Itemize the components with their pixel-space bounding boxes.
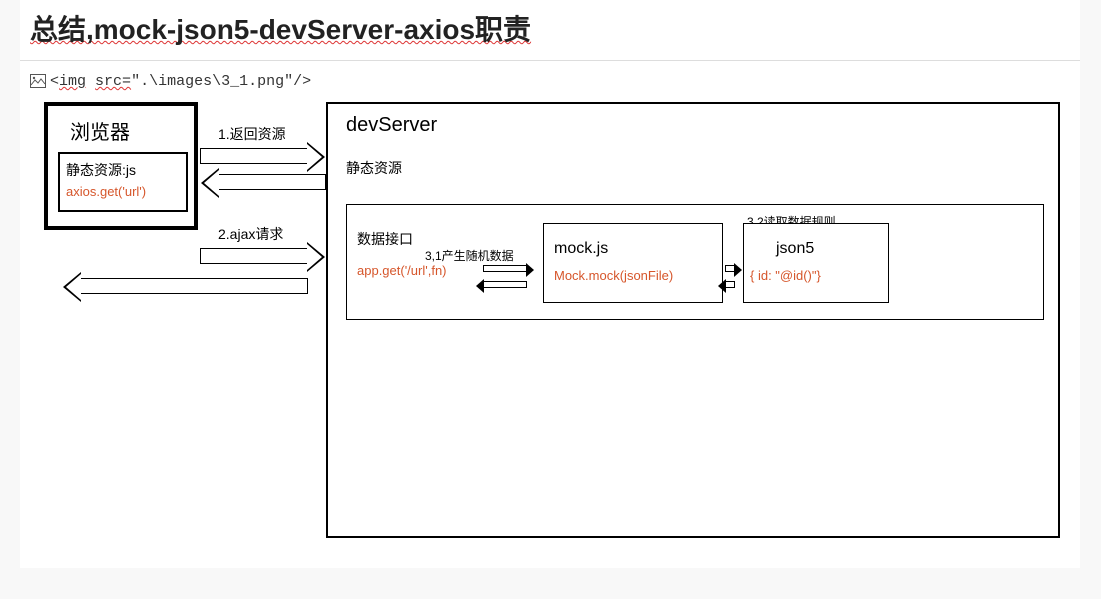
devserver-static-label: 静态资源 bbox=[346, 158, 402, 178]
architecture-diagram: 浏览器 静态资源:js axios.get('url') devServer 静… bbox=[30, 98, 1070, 548]
inner-panel: 数据接口 3,1产生随机数据 app.get('/url',fn) mock.j… bbox=[346, 204, 1044, 320]
json5-title: json5 bbox=[776, 240, 814, 258]
axios-code: axios.get('url') bbox=[66, 184, 146, 199]
flow1-label: 1.返回资源 bbox=[218, 124, 286, 144]
mockjs-code: Mock.mock(jsonFile) bbox=[554, 268, 673, 283]
img-tag-line: <img src=".\images\3_1.png"/> bbox=[20, 61, 1080, 98]
arrow-1-left bbox=[218, 174, 326, 190]
devserver-title: devServer bbox=[346, 114, 437, 137]
browser-box: 浏览器 静态资源:js axios.get('url') bbox=[44, 102, 198, 230]
arrow-2-right bbox=[200, 248, 308, 264]
mini-arrow-mock-to-api bbox=[483, 281, 527, 288]
arrow-2-left bbox=[80, 278, 308, 294]
broken-image-icon bbox=[30, 74, 46, 88]
browser-title: 浏览器 bbox=[70, 116, 216, 145]
api-code: app.get('/url',fn) bbox=[357, 263, 447, 278]
json5-box: json5 { id: "@id()"} bbox=[743, 223, 889, 303]
api-title: 数据接口 bbox=[357, 229, 413, 249]
browser-inner-box: 静态资源:js axios.get('url') bbox=[58, 152, 188, 212]
mini-arrow-mock-to-json5 bbox=[725, 265, 735, 272]
json5-code: { id: "@id()"} bbox=[750, 268, 821, 283]
step-3-1: 3,1产生随机数据 bbox=[425, 247, 514, 264]
mini-arrow-json5-to-mock bbox=[725, 281, 735, 288]
arrow-1-right bbox=[200, 148, 308, 164]
mini-arrow-api-to-mock bbox=[483, 265, 527, 272]
page-title: 总结,mock-json5-devServer-axios职责 bbox=[20, 0, 1080, 61]
static-js-label: 静态资源:js bbox=[66, 160, 136, 180]
devserver-box: devServer 静态资源 数据接口 3,1产生随机数据 app.get('/… bbox=[326, 102, 1060, 538]
mockjs-title: mock.js bbox=[554, 240, 608, 258]
flow2-label: 2.ajax请求 bbox=[218, 224, 283, 244]
mockjs-box: mock.js Mock.mock(jsonFile) bbox=[543, 223, 723, 303]
